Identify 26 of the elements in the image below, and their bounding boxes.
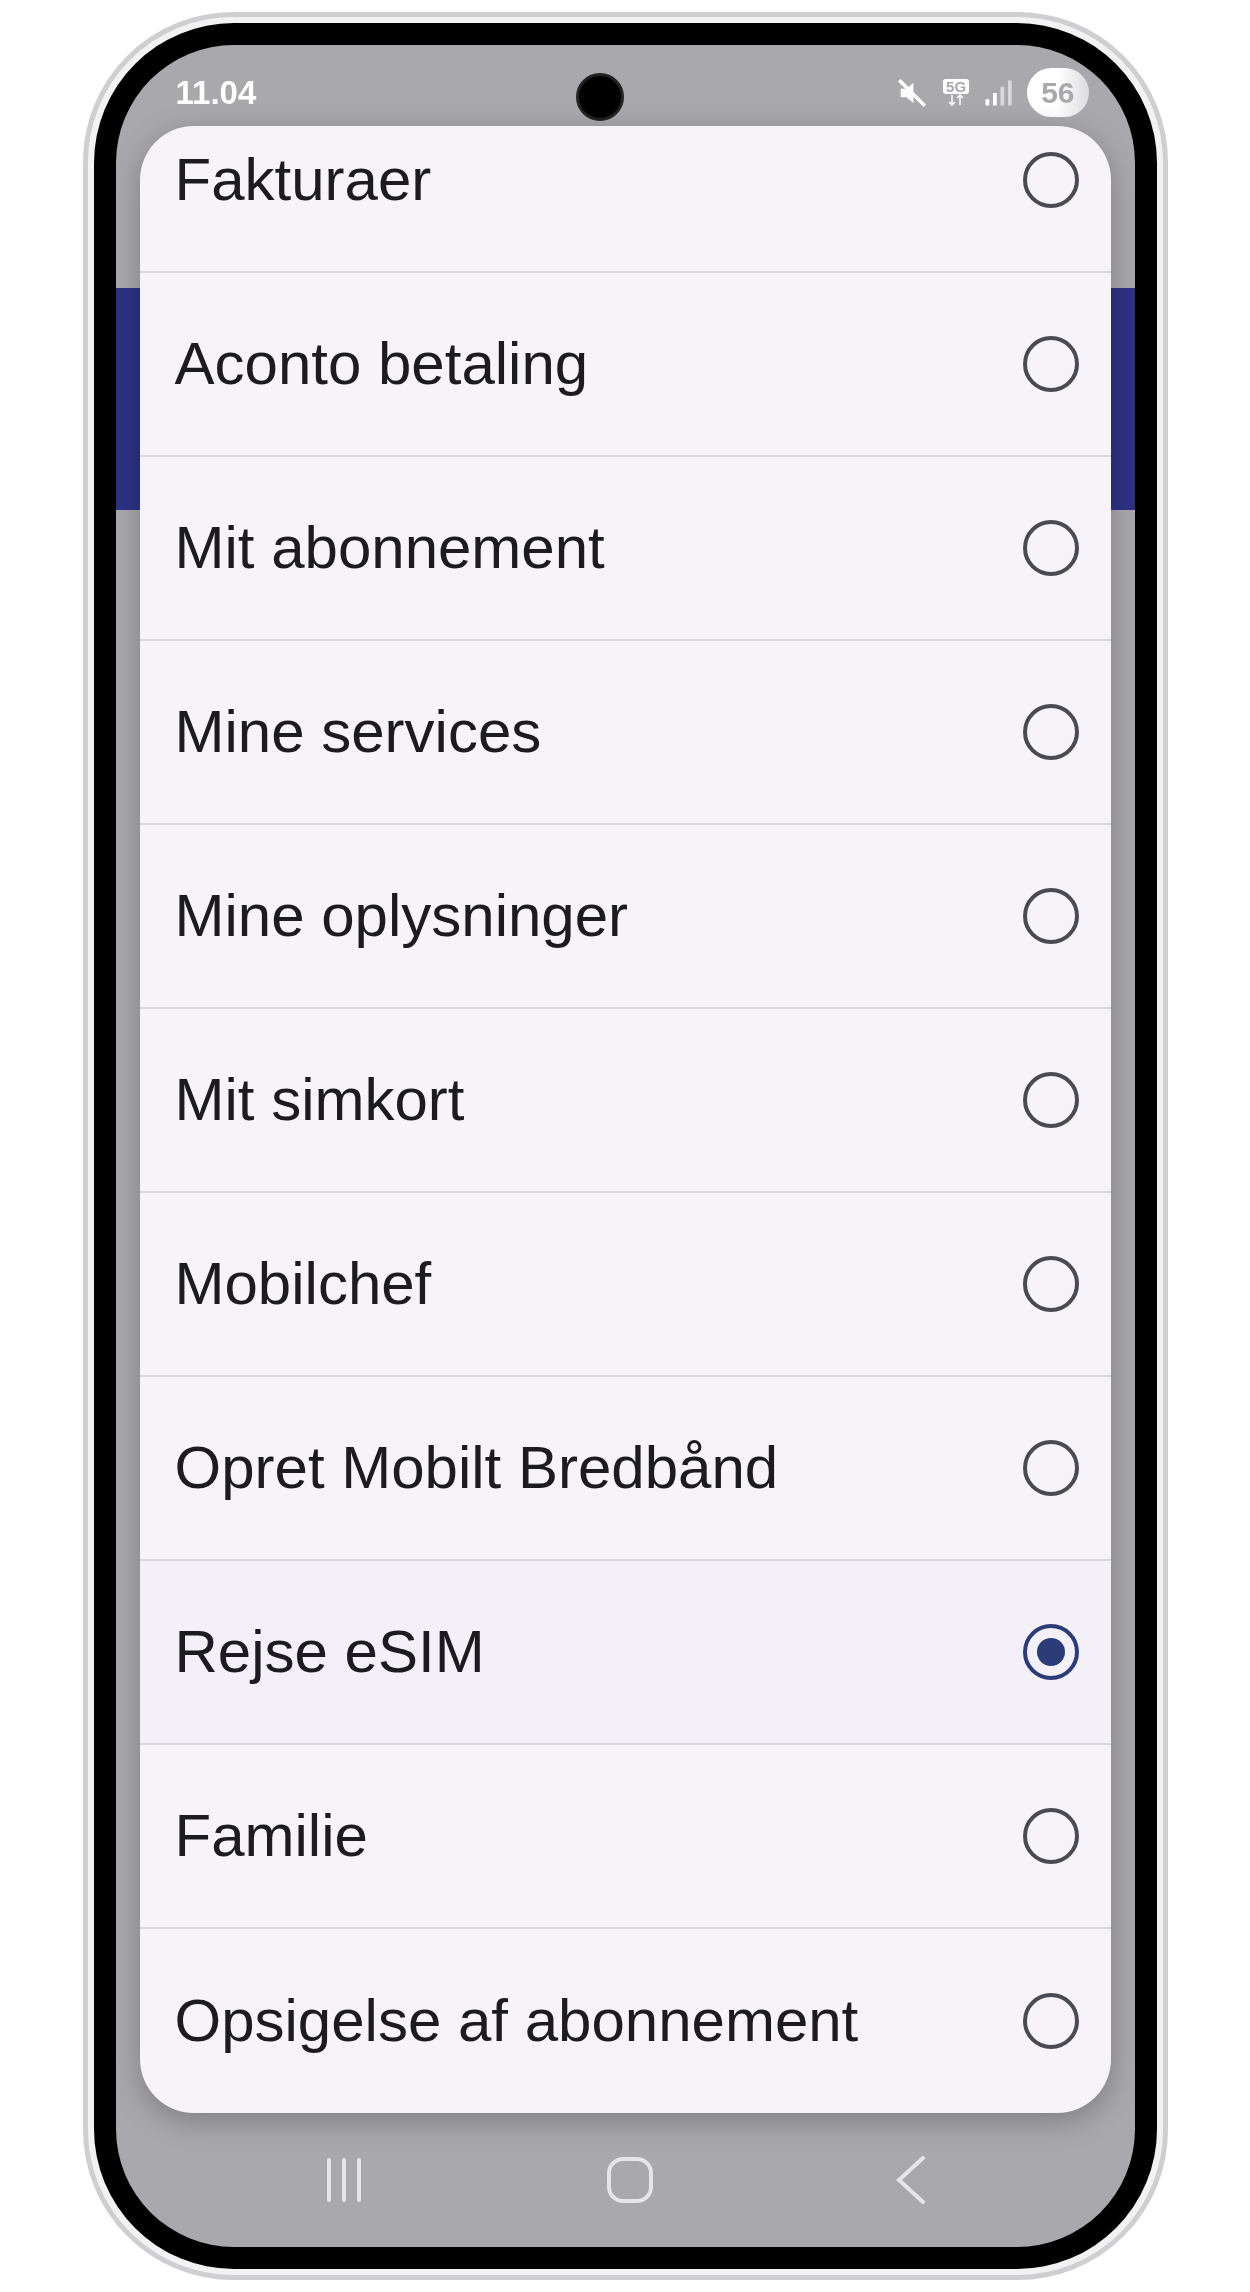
radio-button[interactable]	[1022, 1624, 1079, 1680]
clock: 11.04	[175, 72, 257, 113]
menu-option[interactable]: Mine services	[139, 641, 1111, 825]
radio-button[interactable]	[1022, 1808, 1079, 1864]
battery-indicator: 56	[1027, 68, 1089, 117]
menu-option[interactable]: Mit abonnement	[139, 457, 1111, 641]
menu-option[interactable]: Aconto betaling	[139, 273, 1111, 457]
radio-button[interactable]	[1022, 1440, 1079, 1496]
radio-button[interactable]	[1022, 888, 1079, 944]
camera-icon	[575, 73, 624, 121]
radio-button[interactable]	[1022, 336, 1079, 392]
radio-button[interactable]	[1022, 520, 1079, 576]
network-indicator: 5G	[943, 79, 970, 106]
radio-button[interactable]	[1022, 152, 1079, 208]
radio-button[interactable]	[1022, 1072, 1079, 1128]
menu-option[interactable]: Opsigelse af abonnement	[139, 1929, 1111, 2113]
menu-option[interactable]: Rejse eSIM	[139, 1561, 1111, 1745]
menu-option[interactable]: Familie	[139, 1745, 1111, 1929]
radio-button[interactable]	[1022, 1993, 1079, 2049]
radio-button[interactable]	[1022, 1256, 1079, 1312]
menu-option[interactable]: Mit simkort	[139, 1009, 1111, 1193]
menu-option[interactable]: Fakturaer	[139, 126, 1111, 273]
menu-option[interactable]: Mobilchef	[139, 1193, 1111, 1377]
radio-button[interactable]	[1022, 704, 1079, 760]
data-arrows-icon	[947, 94, 966, 106]
menu-option[interactable]: Mine oplysninger	[139, 825, 1111, 1009]
